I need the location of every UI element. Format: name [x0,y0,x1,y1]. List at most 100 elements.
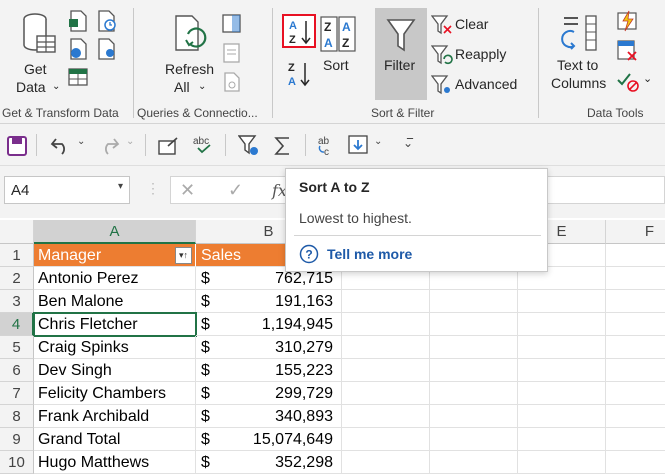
sort-a-to-z-button[interactable]: A Z [282,14,316,48]
row-header[interactable]: 1 [0,244,34,267]
cell-sales[interactable]: $310,279 [196,336,342,359]
cell-manager[interactable]: Dev Singh [34,359,196,382]
save-icon[interactable] [7,136,27,156]
empty-cell[interactable] [606,290,665,313]
empty-cell[interactable] [342,336,430,359]
cell-manager[interactable]: Grand Total [34,428,196,451]
from-table-icon[interactable] [68,67,88,87]
edit-links-icon[interactable] [222,72,242,92]
empty-cell[interactable] [518,405,606,428]
empty-cell[interactable] [518,451,606,474]
filter-dropdown-icon[interactable]: ▾↑ [175,247,192,264]
data-validation-icon[interactable] [617,70,639,92]
empty-cell[interactable] [342,359,430,382]
cell-sales[interactable]: $299,729 [196,382,342,405]
row-header[interactable]: 10 [0,451,34,474]
row-header[interactable]: 2 [0,267,34,290]
sort-button[interactable]: Z A A Z Sort [318,12,358,76]
get-data-button[interactable]: Get Data ⌄ [8,6,66,96]
empty-cell[interactable] [430,405,518,428]
chevron-down-icon[interactable]: ⌄ [126,136,134,147]
sort-z-to-a-icon[interactable]: Z A [286,60,312,88]
cell-sales[interactable]: $15,074,649 [196,428,342,451]
empty-cell[interactable] [342,290,430,313]
empty-cell[interactable] [606,405,665,428]
cell-sales[interactable]: $352,298 [196,451,342,474]
chevron-down-icon[interactable]: ⌄ [77,136,85,147]
filter-button[interactable]: Filter [375,8,427,100]
row-header[interactable]: 4 [0,313,34,336]
row-header[interactable]: 5 [0,336,34,359]
cancel-icon[interactable]: ✕ [180,180,195,201]
cell-manager[interactable]: Ben Malone [34,290,196,313]
row-header[interactable]: 9 [0,428,34,451]
clear-button[interactable]: Clear [431,14,501,36]
header-cell-manager[interactable]: Manager ▾↑ [34,244,196,267]
empty-cell[interactable] [518,336,606,359]
empty-cell[interactable] [606,451,665,474]
empty-cell[interactable] [606,382,665,405]
queries-connections-icon[interactable] [222,14,242,34]
cell-sales[interactable]: $340,893 [196,405,342,428]
cell-sales[interactable]: $191,163 [196,290,342,313]
cell-manager[interactable]: Felicity Chambers [34,382,196,405]
empty-cell[interactable] [518,290,606,313]
cell-manager[interactable]: Craig Spinks [34,336,196,359]
empty-cell[interactable] [606,359,665,382]
flash-fill-icon[interactable] [617,10,639,32]
remove-duplicates-icon[interactable] [617,40,639,62]
drag-handle-icon[interactable]: ⋮ [146,180,160,197]
empty-cell[interactable] [606,313,665,336]
refresh-all-button[interactable]: Refresh All ⌄ [158,6,222,96]
filter-qat-icon[interactable] [238,135,260,157]
spelling-icon[interactable]: abc [192,134,216,156]
from-web-icon[interactable] [68,38,88,60]
text-to-columns-button[interactable]: Text to Columns [548,6,612,96]
empty-cell[interactable] [430,359,518,382]
empty-cell[interactable] [430,428,518,451]
undo-icon[interactable] [50,135,72,155]
empty-cell[interactable] [606,336,665,359]
empty-cell[interactable] [430,382,518,405]
empty-cell[interactable] [342,428,430,451]
empty-cell[interactable] [342,313,430,336]
row-header[interactable]: 7 [0,382,34,405]
row-header[interactable]: 8 [0,405,34,428]
cell-manager[interactable]: Hugo Matthews [34,451,196,474]
empty-cell[interactable] [606,428,665,451]
cell-manager[interactable]: Frank Archibald [34,405,196,428]
redo-icon[interactable] [98,135,120,155]
empty-cell[interactable] [430,451,518,474]
empty-cell[interactable] [606,244,665,267]
sign-icon[interactable] [158,136,180,156]
empty-cell[interactable] [342,405,430,428]
reapply-button[interactable]: Reapply [431,44,521,66]
recent-sources-icon[interactable] [96,10,118,32]
fill-down-icon[interactable] [348,135,370,155]
chevron-down-icon[interactable]: ⌄ [374,136,382,147]
name-box[interactable]: A4 ▾ [4,176,130,204]
empty-cell[interactable] [518,313,606,336]
empty-cell[interactable] [342,382,430,405]
empty-cell[interactable] [518,359,606,382]
column-header-f[interactable]: F [606,220,665,244]
autosum-icon[interactable] [274,136,292,156]
replace-icon[interactable]: abc [318,134,340,156]
customize-qat-icon[interactable]: ⌄̅ [403,136,413,150]
empty-cell[interactable] [430,290,518,313]
cell-manager[interactable]: Chris Fletcher [33,312,197,337]
chevron-down-icon[interactable]: ⌄ [643,72,652,85]
select-all-corner[interactable] [0,220,34,244]
cell-sales[interactable]: $1,194,945 [196,313,342,336]
advanced-button[interactable]: Advanced [431,74,526,96]
column-header-a[interactable]: A [34,220,196,244]
row-header[interactable]: 6 [0,359,34,382]
empty-cell[interactable] [430,313,518,336]
existing-connections-icon[interactable] [96,38,118,60]
row-header[interactable]: 3 [0,290,34,313]
from-text-icon[interactable] [68,10,88,32]
properties-icon[interactable] [222,43,242,63]
empty-cell[interactable] [342,451,430,474]
cell-sales[interactable]: $155,223 [196,359,342,382]
empty-cell[interactable] [518,382,606,405]
